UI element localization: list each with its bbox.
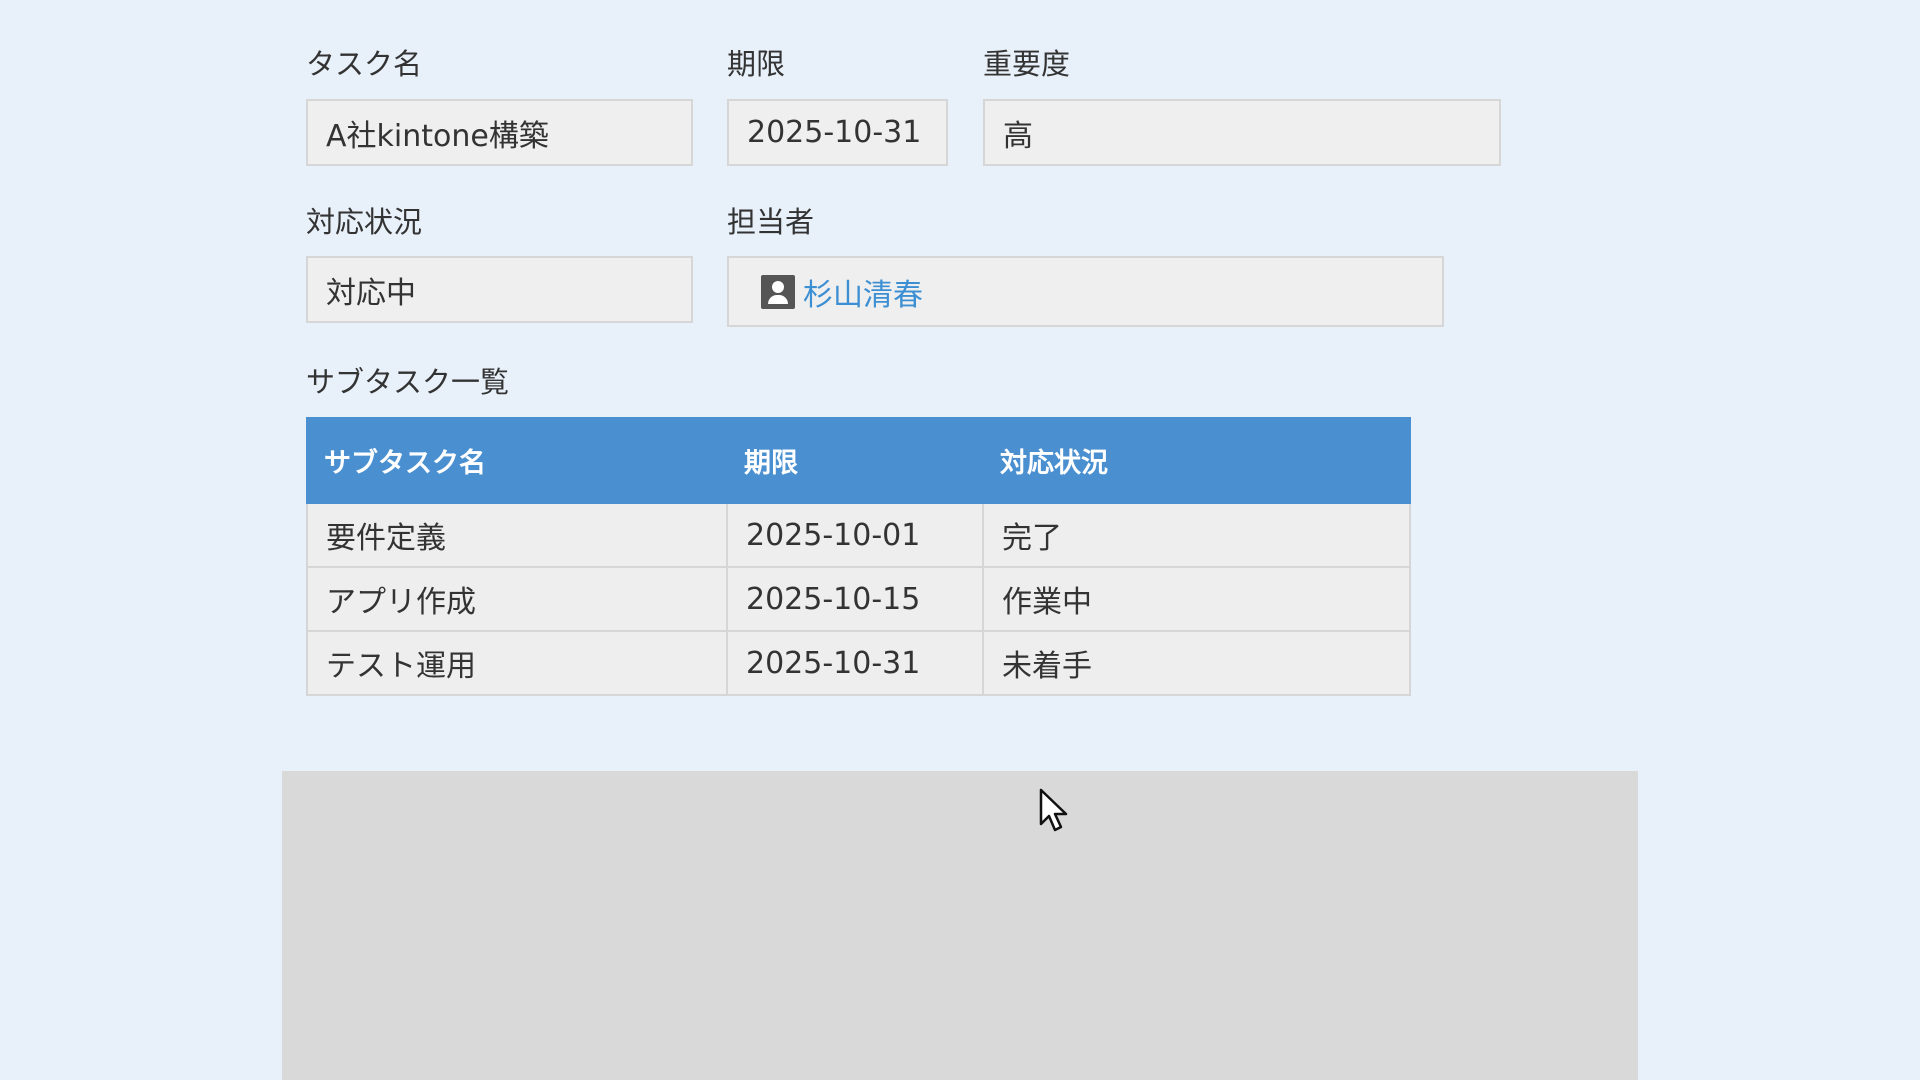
assignee-label: 担当者 xyxy=(727,205,815,239)
header-deadline: 期限 xyxy=(744,448,798,479)
subtask-deadline-cell[interactable]: 2025-10-01 xyxy=(728,504,984,566)
deadline-field[interactable]: 2025-10-31 xyxy=(727,99,948,166)
importance-field[interactable]: 高 xyxy=(983,99,1501,166)
subtask-name-cell[interactable]: アプリ作成 xyxy=(308,568,728,630)
user-icon xyxy=(761,274,795,309)
importance-value: 高 xyxy=(1003,118,1033,154)
task-name-label: タスク名 xyxy=(306,47,423,81)
subtask-table: サブタスク名 期限 対応状況 要件定義 2025-10-01 完了 アプリ作成 … xyxy=(306,417,1411,696)
mouse-cursor-icon xyxy=(1039,788,1068,832)
subtask-status-cell[interactable]: 完了 xyxy=(984,504,1409,566)
table-row: 要件定義 2025-10-01 完了 xyxy=(306,504,1411,568)
subtask-deadline-cell[interactable]: 2025-10-15 xyxy=(728,568,984,630)
table-row: テスト運用 2025-10-31 未着手 xyxy=(306,632,1411,696)
deadline-value: 2025-10-31 xyxy=(747,115,922,150)
subtask-deadline-cell[interactable]: 2025-10-31 xyxy=(728,632,984,694)
header-status: 対応状況 xyxy=(1000,448,1108,479)
assignee-field: 杉山清春 xyxy=(727,256,1444,327)
status-value: 対応中 xyxy=(326,275,416,311)
subtask-status-cell[interactable]: 作業中 xyxy=(984,568,1409,630)
task-name-field[interactable]: A社kintone構築 xyxy=(306,99,693,166)
deadline-label: 期限 xyxy=(727,47,786,81)
subtask-status-cell[interactable]: 未着手 xyxy=(984,632,1409,694)
subtask-name-cell[interactable]: テスト運用 xyxy=(308,632,728,694)
bottom-panel xyxy=(282,771,1638,1080)
status-field[interactable]: 対応中 xyxy=(306,256,693,323)
subtask-name-cell[interactable]: 要件定義 xyxy=(308,504,728,566)
status-label: 対応状況 xyxy=(306,205,423,239)
importance-label: 重要度 xyxy=(983,47,1071,81)
table-row: アプリ作成 2025-10-15 作業中 xyxy=(306,568,1411,632)
task-name-value: A社kintone構築 xyxy=(326,118,549,154)
subtask-list-label: サブタスク一覧 xyxy=(306,365,510,399)
header-subtask-name: サブタスク名 xyxy=(324,448,486,479)
assignee-link[interactable]: 杉山清春 xyxy=(803,270,923,314)
subtask-table-header: サブタスク名 期限 対応状況 xyxy=(306,417,1411,504)
